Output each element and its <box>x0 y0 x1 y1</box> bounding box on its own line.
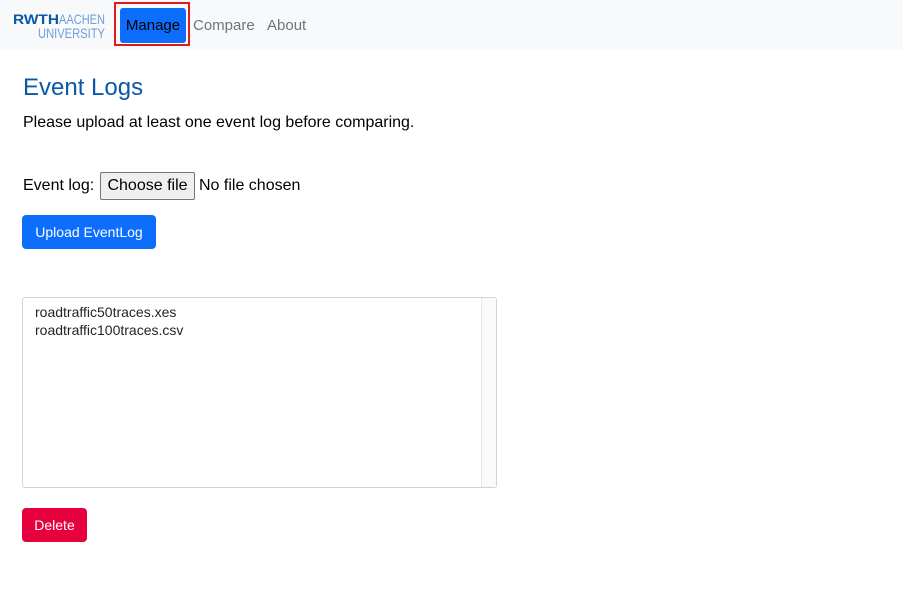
logo-university-text: UNIVERSITY <box>38 25 106 40</box>
listbox-scrollbar[interactable] <box>481 298 496 487</box>
event-log-item[interactable]: roadtraffic100traces.csv <box>35 321 183 339</box>
file-status-text: No file chosen <box>199 177 301 194</box>
upload-eventlog-button[interactable]: Upload EventLog <box>22 215 156 249</box>
navbar: RWTH AACHEN UNIVERSITY Manage Compare Ab… <box>0 0 903 50</box>
delete-button[interactable]: Delete <box>22 508 87 542</box>
rwth-logo[interactable]: RWTH AACHEN UNIVERSITY <box>13 12 106 40</box>
event-log-item[interactable]: roadtraffic50traces.xes <box>35 303 183 321</box>
event-log-label: Event log: <box>23 177 95 194</box>
nav-item-compare[interactable]: Compare <box>193 8 255 43</box>
choose-file-button[interactable]: Choose file <box>100 172 195 200</box>
event-log-items: roadtraffic50traces.xes roadtraffic100tr… <box>35 303 183 339</box>
nav-item-manage[interactable]: Manage <box>120 8 186 43</box>
nav-item-about[interactable]: About <box>267 8 306 43</box>
event-log-listbox[interactable]: roadtraffic50traces.xes roadtraffic100tr… <box>22 297 497 488</box>
upload-info-text: Please upload at least one event log bef… <box>23 114 415 131</box>
page-title: Event Logs <box>23 74 144 101</box>
